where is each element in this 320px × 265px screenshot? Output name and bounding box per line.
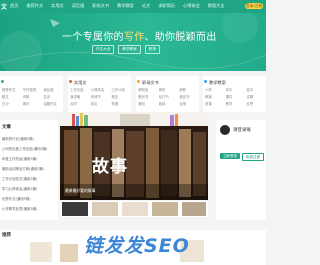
category-link[interactable]: 反思	[246, 101, 267, 106]
site-logo[interactable]: 文	[1, 2, 7, 11]
category-link[interactable]: 倡议书	[179, 94, 200, 99]
category-link[interactable]: 试题	[246, 94, 267, 99]
category-links: 求职信 简历 辞职策划书 检讨书 倡议书通知 致辞 证明	[138, 87, 200, 106]
category-link[interactable]: 写作指导	[23, 87, 44, 92]
hero-chip[interactable]: 教学教案	[118, 45, 141, 54]
category-link[interactable]: 证明	[179, 101, 200, 106]
login-button[interactable]: 登录/注册	[245, 3, 263, 9]
category-dot-icon	[137, 80, 140, 83]
category-link[interactable]: 策划书	[138, 94, 159, 99]
avatar	[220, 125, 230, 135]
category-link[interactable]: 名言	[43, 94, 64, 99]
nav-item[interactable]: 推荐作文	[26, 3, 43, 9]
category-card: 推荐作文 写作指导 读后感散文 诗歌 名言日记 周记 话题作文	[0, 76, 63, 112]
nav-item[interactable]: 职场文书	[92, 3, 109, 9]
category-dot-icon	[69, 80, 72, 83]
category-link[interactable]: 条据	[111, 101, 132, 106]
nav-item[interactable]: 教学教案	[117, 3, 134, 9]
category-link[interactable]: 散文	[2, 94, 23, 99]
category-link[interactable]: 诗歌	[23, 94, 44, 99]
category-link[interactable]: 说课	[205, 101, 226, 106]
nav-item[interactable]: 实用文	[51, 3, 64, 9]
category-link[interactable]: 教案	[205, 94, 226, 99]
category-link[interactable]: 日记	[2, 101, 23, 106]
category-link[interactable]: 话题作文	[43, 101, 64, 106]
category-row: 推荐作文 写作指导 读后感 散文 诗歌 名言 日记 周记 话题作文 实用文 工作总结 心得体会 工作计划…	[0, 76, 266, 112]
nav-item[interactable]: 求职简历	[158, 3, 175, 9]
category-card: 实用文 工作总结 心得体会 工作计划演讲稿 申请书 报告合同 协议 条据	[68, 76, 131, 112]
category-link[interactable]: 演讲稿	[70, 94, 91, 99]
category-link[interactable]: 读后感	[43, 87, 64, 92]
category-link[interactable]: 合同	[70, 101, 91, 106]
category-link[interactable]: 辞职	[179, 87, 200, 92]
category-link[interactable]: 求职信	[138, 87, 159, 92]
article-list-item[interactable]: 最新活动策划方案(通用5篇)	[2, 164, 58, 174]
category-link[interactable]: 教学	[226, 101, 247, 106]
thumbnail-strip[interactable]	[60, 201, 208, 217]
nav-item[interactable]: 心得体会	[183, 3, 200, 9]
category-link[interactable]: 心得体会	[91, 87, 112, 92]
article-list-item[interactable]: 年度工作总结(通用5篇)	[2, 154, 58, 164]
top-bar: 文 首页 推荐作文 实用文 读后感 职场文书 教学教案 论文 求职简历 心得体会 教案大全 登录/…	[0, 0, 266, 13]
featured-story-image[interactable]: 故事 最美最好看的故事	[60, 126, 208, 200]
login-now-button[interactable]: 立即登录	[220, 153, 240, 159]
watermark: 链发发SEO	[84, 235, 190, 257]
category-link[interactable]: 工作总结	[70, 87, 91, 92]
featured-caption: 最美最好看的故事	[65, 188, 96, 193]
category-link[interactable]: 报告	[111, 94, 132, 99]
article-list-title: 文章	[2, 125, 11, 130]
article-list-item[interactable]: 小学教学反思(通用5篇)	[2, 204, 58, 214]
category-links: 小学 初中 高中教案 课件 试题说课 教学 反思	[205, 87, 267, 106]
category-card: 职场文书 求职信 简历 辞职策划书 检讨书 倡议书通知 致辞 证明	[136, 76, 199, 112]
slogan-suffix: 、助你脱颖而出	[144, 32, 217, 43]
category-link[interactable]: 初中	[226, 87, 247, 92]
category-link[interactable]: 小学	[205, 87, 226, 92]
category-dot-icon	[1, 80, 4, 83]
hero-chips: 作文大全 教学教案 职场	[92, 45, 160, 54]
slogan-highlight: 写作	[123, 32, 145, 43]
category-link[interactable]: 通知	[138, 101, 159, 106]
category-link[interactable]: 课件	[226, 94, 247, 99]
hero-banner: 一个专属你的写作、助你脱颖而出 作文大全 教学教案 职场	[0, 13, 266, 71]
category-link[interactable]: 工作计划	[111, 87, 132, 92]
category-link[interactable]: 高中	[246, 87, 267, 92]
article-list-panel: 文章 最新的行业(通用5篇) 公司的月度工作总结(通用5篇) 年度工作总结(通用5篇…	[0, 120, 58, 220]
article-list-item[interactable]: 优秀作文(通用5篇)	[2, 194, 58, 204]
category-link[interactable]: 推荐作文	[2, 87, 23, 92]
category-links: 工作总结 心得体会 工作计划演讲稿 申请书 报告合同 协议 条据	[70, 87, 132, 106]
category-link[interactable]: 致辞	[159, 101, 180, 106]
category-links: 推荐作文 写作指导 读后感散文 诗歌 名言日记 周记 话题作文	[2, 87, 64, 106]
category-link[interactable]: 简历	[159, 87, 180, 92]
slogan-prefix: 一个专属你的	[62, 32, 124, 43]
nav-item[interactable]: 首页	[10, 3, 18, 9]
category-dot-icon	[204, 80, 207, 83]
category-link[interactable]: 申请书	[91, 94, 112, 99]
article-list-item[interactable]: 公司的月度工作总结(通用5篇)	[2, 144, 58, 154]
hero-chip[interactable]: 职场	[144, 45, 160, 54]
article-list-item[interactable]: 学习心得体会(通用5篇)	[2, 184, 58, 194]
category-title[interactable]: 职场文书	[142, 80, 159, 86]
nav-item[interactable]: 读后感	[72, 3, 85, 9]
category-link[interactable]: 检讨书	[159, 94, 180, 99]
category-link[interactable]: 周记	[23, 101, 44, 106]
category-title[interactable]: 实用文	[74, 80, 87, 86]
category-card: 教学教案 小学 初中 高中教案 课件 试题说课 教学 反思	[203, 76, 266, 112]
article-list-item[interactable]: 最新的行业(通用5篇)	[2, 134, 58, 144]
bookshelf-image	[60, 112, 208, 126]
featured-title: 故事	[92, 157, 128, 177]
category-title[interactable]: 教学教案	[209, 80, 226, 86]
category-link[interactable]: 协议	[91, 101, 112, 106]
article-list-item[interactable]: 工作计划范文(通用5篇)	[2, 174, 58, 184]
nav-item[interactable]: 教案大全	[208, 3, 225, 9]
welcome-text: 请登录账	[233, 128, 251, 133]
user-login-panel: 请登录账 立即登录 免费注册	[216, 120, 266, 220]
main-nav: 首页 推荐作文 实用文 读后感 职场文书 教学教案 论文 求职简历 心得体会 教案大全	[10, 3, 233, 9]
hero-chip[interactable]: 作文大全	[92, 45, 115, 54]
hero-slogan: 一个专属你的写作、助你脱颖而出	[62, 28, 217, 43]
register-button[interactable]: 免费注册	[242, 153, 264, 161]
nav-item[interactable]: 论文	[142, 3, 150, 9]
article-list: 最新的行业(通用5篇) 公司的月度工作总结(通用5篇) 年度工作总结(通用5篇) 最新…	[2, 134, 58, 214]
